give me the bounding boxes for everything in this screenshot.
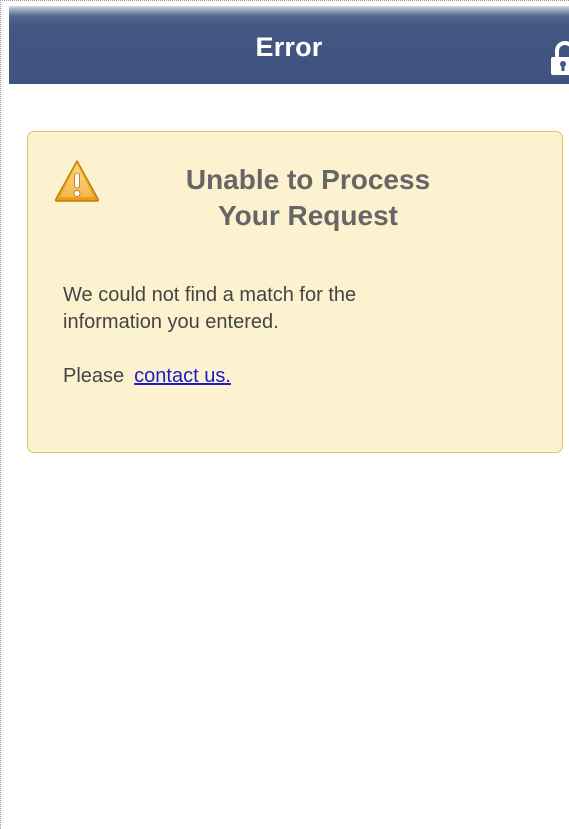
message-title: Unable to Process Your Request: [128, 162, 488, 234]
message-title-line1: Unable to Process: [185, 164, 431, 195]
contact-prefix: Please: [63, 365, 125, 387]
page-header: Error: [9, 6, 569, 84]
contact-us-link[interactable]: contact us.: [134, 365, 231, 387]
lock-button[interactable]: [544, 40, 569, 80]
message-body: We could not find a match for the inform…: [63, 282, 533, 390]
warning-icon: [54, 160, 100, 202]
unlock-icon: [551, 41, 569, 75]
message-body-line1: We could not find a match for the: [63, 284, 357, 306]
message-body-line2: information you entered.: [63, 311, 279, 333]
message-title-line2: Your Request: [218, 200, 398, 231]
contact-line: Please contact us.: [63, 363, 533, 390]
page-title: Error: [255, 32, 323, 62]
error-message-box: Unable to Process Your Request We could …: [27, 131, 563, 453]
